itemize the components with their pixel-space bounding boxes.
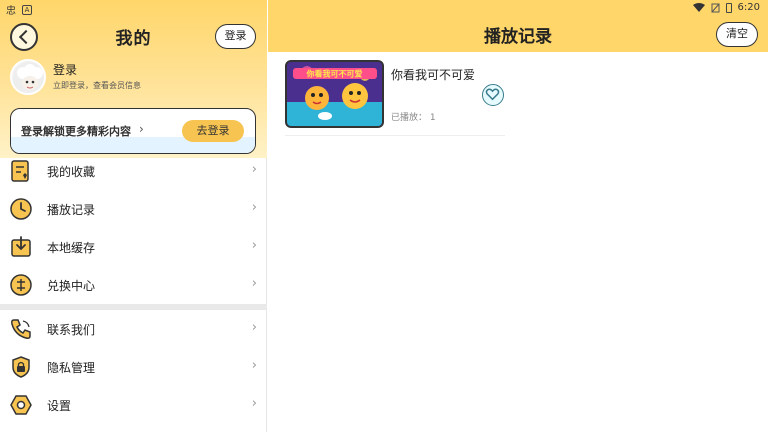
unlock-card[interactable]: 登录解锁更多精彩内容 › 去登录 [10, 108, 256, 154]
status-right: 6:20 [692, 2, 760, 13]
history-title: 播放记录 [484, 27, 552, 47]
status-left: 忠 A [6, 2, 32, 17]
heart-icon [485, 88, 500, 101]
notification-glyph: 忠 [6, 6, 16, 17]
favorites-icon [11, 160, 29, 182]
chevron-right-icon: › [251, 162, 257, 177]
menu-label: 设置 [47, 399, 72, 413]
thumbnail-caption: 你看我可不可爱 [306, 69, 363, 79]
menu-label: 播放记录 [47, 203, 96, 217]
menu-item-history[interactable]: 播放记录 › [0, 190, 267, 228]
status-bar: 忠 A 6:20 [0, 0, 768, 18]
user-name[interactable]: 登录 [53, 61, 77, 78]
sheep-avatar-icon [13, 62, 44, 93]
chevron-right-icon: › [251, 358, 257, 373]
menu-item-exchange[interactable]: 兑换中心 › [0, 266, 267, 304]
video-thumbnail[interactable]: 你看我可不可爱 [285, 60, 384, 128]
settings-icon [10, 395, 32, 415]
menu-item-cache[interactable]: 本地缓存 › [0, 228, 267, 266]
download-icon [11, 236, 31, 257]
cartoon-thumbnail-image: 你看我可不可爱 [287, 62, 382, 126]
menu-item-contact[interactable]: 联系我们 › [0, 310, 267, 348]
chevron-right-icon: › [139, 122, 144, 136]
chevron-right-icon: › [251, 276, 257, 291]
history-record[interactable]: 你看我可不可爱 你看我可不可爱 已播放： 1 [285, 60, 505, 136]
phone-icon [11, 319, 31, 339]
menu-label: 隐私管理 [47, 361, 96, 375]
chevron-right-icon: › [251, 238, 257, 253]
menu-label: 联系我们 [47, 323, 96, 337]
record-play-count: 已播放： 1 [391, 113, 436, 123]
menu-label: 本地缓存 [47, 241, 96, 255]
record-title[interactable]: 你看我可不可爱 [391, 66, 475, 83]
login-button[interactable]: 登录 [215, 24, 256, 49]
menu-item-settings[interactable]: 设置 › [0, 386, 267, 424]
unlock-text: 登录解锁更多精彩内容 [21, 125, 131, 138]
status-time: 6:20 [737, 2, 760, 13]
go-login-button[interactable]: 去登录 [182, 120, 244, 142]
avatar[interactable] [10, 59, 46, 95]
clear-button[interactable]: 清空 [716, 22, 758, 47]
chevron-right-icon: › [251, 396, 257, 411]
menu-item-favorites[interactable]: 我的收藏 › [0, 152, 267, 190]
app-root: 忠 A 6:20 我的 登录 登录 立即登录，查看会员信息 登录解锁更多精彩内容… [0, 0, 768, 432]
profile-panel: 我的 登录 登录 立即登录，查看会员信息 登录解锁更多精彩内容 › 去登录 我的… [0, 0, 267, 432]
menu-label: 兑换中心 [47, 279, 96, 293]
user-subtitle: 立即登录，查看会员信息 [53, 81, 141, 90]
menu-label: 我的收藏 [47, 165, 96, 179]
wifi-icon [692, 2, 705, 12]
exchange-icon [10, 274, 32, 296]
chevron-right-icon: › [251, 200, 257, 215]
notification-badge-icon: A [22, 4, 32, 15]
menu-item-privacy[interactable]: 隐私管理 › [0, 348, 267, 386]
lock-icon [12, 356, 30, 378]
profile-header: 我的 登录 登录 立即登录，查看会员信息 登录解锁更多精彩内容 › 去登录 [0, 0, 267, 158]
favorite-heart-button[interactable] [482, 84, 504, 106]
clock-icon [10, 198, 32, 220]
battery-icon [725, 2, 732, 13]
no-sim-icon [711, 3, 720, 12]
chevron-right-icon: › [251, 320, 257, 335]
